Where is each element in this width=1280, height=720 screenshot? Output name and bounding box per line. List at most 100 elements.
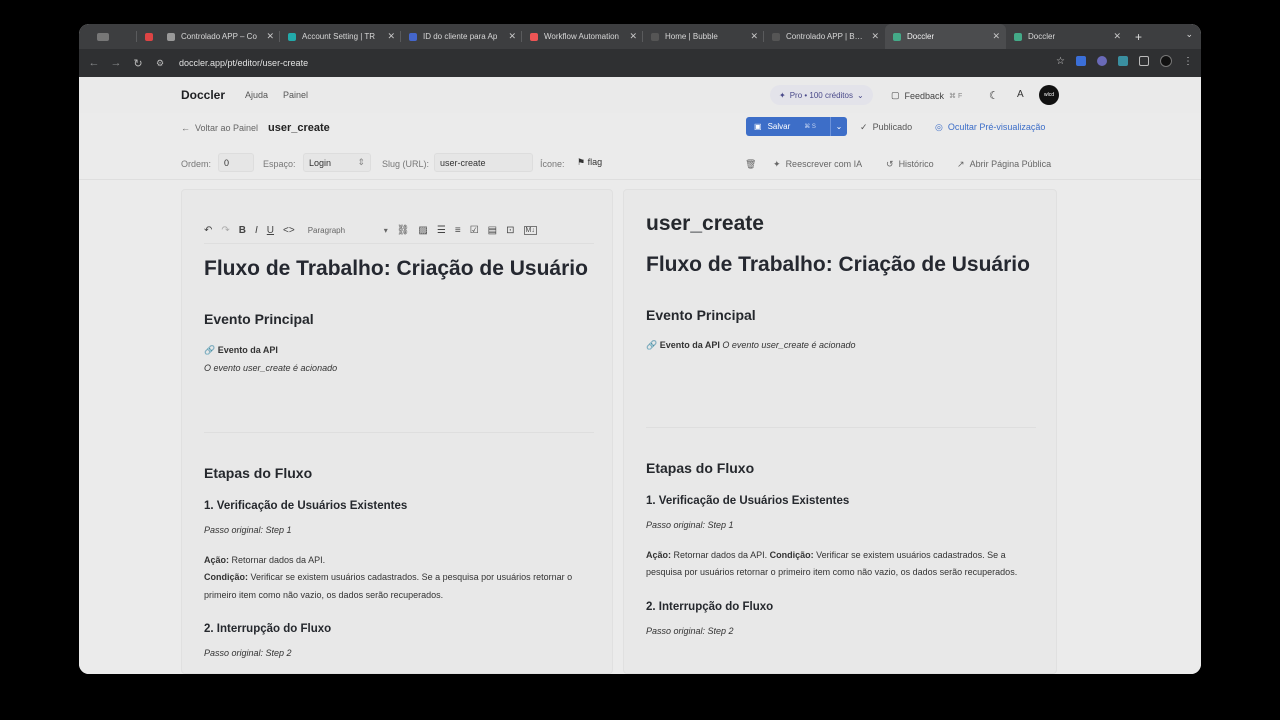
preview-section-steps: Etapas do Fluxo [646, 460, 755, 476]
nav-dashboard[interactable]: Painel [283, 90, 308, 100]
preview-section-event: Evento Principal [646, 307, 756, 323]
italic-icon[interactable]: I [255, 225, 258, 236]
bold-icon[interactable]: B [239, 225, 246, 236]
tab-5[interactable]: Home | Bubble ✕ [643, 24, 764, 49]
close-icon[interactable]: ✕ [629, 31, 637, 42]
order-label: Ordem: [181, 159, 212, 169]
preview-heading: Fluxo de Trabalho: Criação de Usuário [646, 253, 1030, 276]
icon-picker[interactable]: ⚑ flag [572, 153, 618, 172]
chevron-down-icon: ⌄ [856, 90, 864, 100]
arrow-left-icon: ← [181, 123, 190, 133]
code-icon[interactable]: <> [283, 225, 295, 236]
tab-window[interactable] [79, 24, 137, 49]
close-icon[interactable]: ✕ [750, 31, 758, 42]
numbered-list-icon[interactable]: ≡ [455, 225, 461, 236]
nav-help[interactable]: Ajuda [245, 90, 268, 100]
logo[interactable]: Doccler [181, 88, 225, 102]
history-button[interactable]: ↺ Histórico [886, 159, 934, 170]
paragraph-select[interactable]: Paragraph ▾ [308, 226, 388, 235]
step-title: 1. Verificação de Usuários Existentes [204, 500, 408, 512]
step-condition: Condição: Verificar se existem usuários … [204, 572, 573, 600]
doc-title: user_create [268, 122, 330, 134]
slug-input[interactable]: user-create [434, 153, 533, 172]
event-text: O evento user_create é acionado [204, 362, 338, 373]
editor-toolbar: ← Voltar ao Painel user_create ▣ Salvar ⌘ … [79, 117, 1201, 141]
embed-icon[interactable]: ⊡ [506, 225, 514, 236]
reload-icon[interactable]: ↻ [127, 57, 149, 70]
shield-icon [409, 32, 417, 41]
block-icon[interactable]: ▤ [488, 225, 497, 236]
close-icon[interactable]: ✕ [1113, 31, 1121, 42]
moon-icon[interactable]: ☾ [989, 89, 999, 102]
editor-content[interactable]: Fluxo de Trabalho: Criação de Usuário Ev… [204, 256, 594, 377]
gmail-icon [145, 32, 153, 41]
menu-dots-icon[interactable]: ⋮ [1183, 56, 1193, 67]
hide-preview-button[interactable]: ◎ Ocultar Pré-visualização [935, 122, 1045, 133]
image-icon[interactable]: ▨ [418, 225, 427, 236]
save-icon: ▣ [754, 122, 762, 131]
forward-icon[interactable]: → [105, 57, 127, 69]
extension-icon[interactable] [1097, 56, 1107, 66]
tab-4[interactable]: Workflow Automation ✕ [522, 24, 643, 49]
app-page: Doccler Ajuda Painel ✦ Pro • 100 créditos… [79, 77, 1201, 674]
extensions-puzzle-icon[interactable] [1139, 56, 1149, 66]
save-button[interactable]: ▣ Salvar ⌘ S ⌄ [746, 117, 847, 136]
back-icon[interactable]: ← [83, 57, 105, 69]
close-icon[interactable]: ✕ [992, 31, 1000, 42]
tab-gmail[interactable] [137, 24, 159, 49]
plan-badge[interactable]: ✦ Pro • 100 créditos ⌄ [770, 85, 873, 105]
rewrite-ai-button[interactable]: ✦ Reescrever com IA [773, 159, 862, 170]
editor-format-toolbar: ↶ ↷ B I U <> Paragraph ▾ ⛓ ▨ ☰ ≡ ☑ ▤ ⊡ M↓ [204, 220, 594, 240]
tab-3[interactable]: ID do cliente para Ap ✕ [401, 24, 522, 49]
bullet-list-icon[interactable]: ☰ [437, 225, 446, 236]
back-to-dashboard-link[interactable]: ← Voltar ao Painel [181, 123, 258, 133]
site-info-icon[interactable]: ⚙ [149, 58, 171, 69]
chevron-down-icon[interactable]: ⌄ [830, 117, 847, 136]
url-field[interactable]: doccler.app/pt/editor/user-create [179, 58, 308, 68]
tab-1[interactable]: Controlado APP – Co ✕ [159, 24, 280, 49]
tab-2[interactable]: Account Setting | TR ✕ [280, 24, 401, 49]
feedback-button[interactable]: ▢ Feedback ⌘ F [891, 90, 962, 101]
message-icon: ▢ [891, 90, 900, 100]
editor-content-steps[interactable]: Etapas do Fluxo 1. Verificação de Usuári… [204, 465, 594, 663]
tab-8[interactable]: Doccler ✕ [1006, 24, 1127, 49]
checklist-icon[interactable]: ☑ [470, 225, 479, 236]
tab-menu-icon[interactable]: ⌄ [1185, 29, 1193, 40]
extension-icon[interactable] [1118, 56, 1128, 66]
translate-icon[interactable]: A [1017, 89, 1024, 100]
redo-icon[interactable]: ↷ [221, 225, 229, 236]
trash-icon[interactable]: 🗑 [745, 159, 756, 170]
app-header: Doccler Ajuda Painel ✦ Pro • 100 créditos… [79, 77, 1201, 113]
underline-icon[interactable]: U [267, 225, 274, 236]
preview-step-original: Passo original: Step 2 [646, 625, 734, 636]
step-action: Ação: Retornar dados da API. [204, 554, 326, 565]
markdown-icon[interactable]: M↓ [523, 225, 537, 235]
undo-icon[interactable]: ↶ [204, 225, 212, 236]
close-icon[interactable]: ✕ [387, 31, 395, 42]
preview-title: user_create [646, 212, 764, 235]
close-icon[interactable]: ✕ [508, 31, 516, 42]
editor-panel: ↶ ↷ B I U <> Paragraph ▾ ⛓ ▨ ☰ ≡ ☑ ▤ ⊡ M↓… [181, 189, 613, 674]
preview-event: 🔗 Evento da API O evento user_create é a… [646, 340, 856, 350]
profile-icon[interactable] [1160, 55, 1172, 67]
close-icon[interactable]: ✕ [871, 31, 879, 42]
new-tab-button[interactable]: + [1135, 30, 1142, 44]
external-link-icon: ↗ [957, 159, 965, 169]
tab-6[interactable]: Controlado APP | Bub ✕ [764, 24, 885, 49]
address-bar: ← → ↻ ⚙ doccler.app/pt/editor/user-creat… [79, 49, 1201, 77]
link-icon[interactable]: ⛓ [397, 225, 410, 236]
extension-icon[interactable] [1076, 56, 1086, 66]
close-icon[interactable]: ✕ [266, 31, 274, 42]
order-input[interactable]: 0 [218, 153, 254, 172]
published-status: ✓ Publicado [860, 122, 913, 132]
preview-content: user_create Fluxo de Trabalho: Criação d… [646, 212, 1036, 355]
open-public-page-button[interactable]: ↗ Abrir Página Pública [957, 159, 1051, 170]
tab-active[interactable]: Doccler ✕ [885, 24, 1006, 49]
avatar[interactable]: wlcd [1039, 85, 1059, 105]
preview-step-title: 2. Interrupção do Fluxo [646, 600, 774, 613]
space-select[interactable]: Login ⇕ [303, 153, 371, 172]
doc-heading: Fluxo de Trabalho: Criação de Usuário [204, 257, 588, 280]
bookmark-star-icon[interactable]: ☆ [1056, 56, 1065, 67]
sparkle-icon: ✦ [773, 159, 781, 169]
doccler-icon [1014, 32, 1022, 41]
